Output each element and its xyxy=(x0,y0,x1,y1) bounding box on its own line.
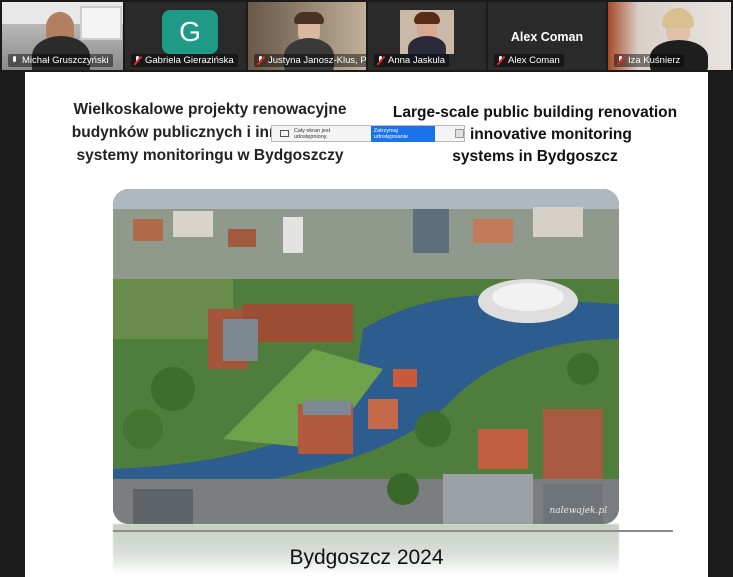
microphone-muted-icon xyxy=(133,56,142,65)
aerial-city-illustration xyxy=(113,189,619,524)
microphone-muted-icon xyxy=(376,56,385,65)
screen-share-icon xyxy=(280,130,289,137)
shared-screen-slide: Wielkoskalowe projekty renowacyjne budyn… xyxy=(25,72,708,577)
participant-tile-gabriela[interactable]: G Gabriela Gierazińska xyxy=(125,2,246,70)
city-aerial-photo: nalewajek.pl xyxy=(113,189,619,524)
photo-credit: nalewajek.pl xyxy=(549,506,607,516)
participant-name: Anna Jaskula xyxy=(374,54,450,67)
microphone-muted-icon xyxy=(256,56,265,65)
participant-strip: Michał Gruszczyński G Gabriela Gierazińs… xyxy=(0,0,733,72)
participant-name: Iza Kuśnierz xyxy=(614,54,685,67)
microphone-icon xyxy=(10,56,19,65)
participant-name: Michał Gruszczyński xyxy=(8,54,113,67)
participant-name: Justyna Janosz-Klus, P... xyxy=(254,54,366,67)
participant-tile-iza[interactable]: Iza Kuśnierz xyxy=(608,2,731,70)
slide-footer: Bydgoszcz 2024 xyxy=(289,546,444,569)
participant-name: Alex Coman xyxy=(494,54,564,67)
participant-tile-justyna[interactable]: Justyna Janosz-Klus, P... xyxy=(248,2,366,70)
letter-avatar: G xyxy=(162,10,218,54)
participant-video xyxy=(400,10,454,60)
name-avatar: Alex Coman xyxy=(510,30,584,44)
microphone-muted-icon xyxy=(496,56,505,65)
slide-divider xyxy=(113,530,673,532)
stop-sharing-button[interactable]: Zatrzymaj udostępnianie xyxy=(370,125,436,142)
screen-share-bar: Cały ekran jest udostępniony. Zatrzymaj … xyxy=(271,125,465,142)
share-status-text: Cały ekran jest udostępniony. xyxy=(293,127,331,140)
microphone-muted-icon xyxy=(616,56,625,65)
participant-tile-anna[interactable]: Anna Jaskula xyxy=(368,2,486,70)
participant-name: Gabriela Gierazińska xyxy=(131,54,238,67)
participant-tile-alex[interactable]: Alex Coman Alex Coman xyxy=(488,2,606,70)
hide-bar-button[interactable] xyxy=(455,129,464,138)
participant-tile-michal[interactable]: Michał Gruszczyński xyxy=(2,2,123,70)
